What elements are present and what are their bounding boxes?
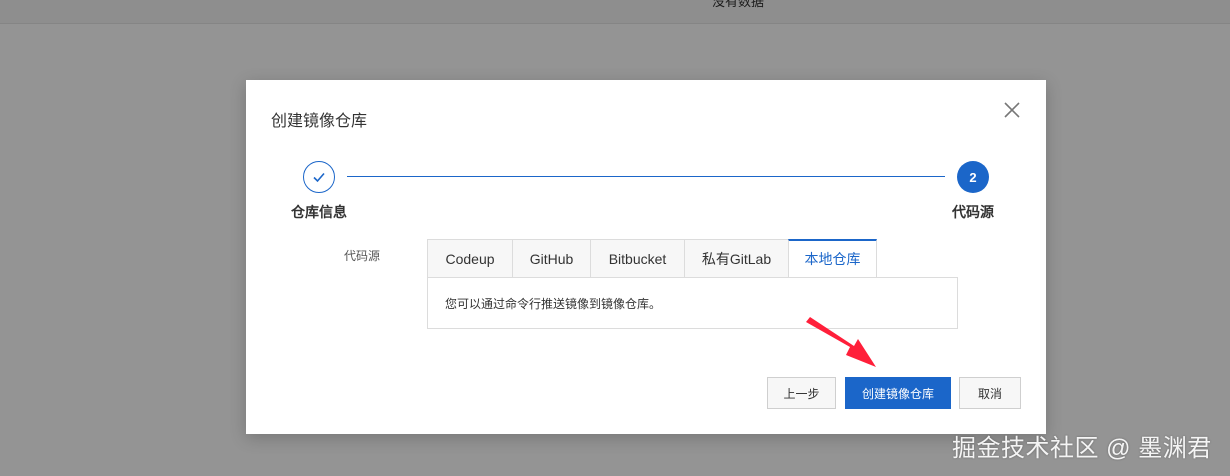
step-progress-line	[347, 176, 945, 177]
source-field-label: 代码源	[344, 249, 381, 263]
tab-local-repository[interactable]: 本地仓库	[788, 239, 877, 278]
annotation-arrow-icon	[806, 317, 876, 367]
source-tabs: Codeup GitHub Bitbucket 私有GitLab 本地仓库	[427, 239, 877, 278]
tab-github[interactable]: GitHub	[512, 239, 590, 278]
panel-description: 您可以通过命令行推送镜像到镜像仓库。	[445, 297, 662, 311]
check-icon	[313, 172, 325, 183]
step-2-circle: 2	[957, 161, 989, 193]
previous-step-button[interactable]: 上一步	[767, 377, 836, 409]
step-1-circle	[303, 161, 335, 193]
close-button[interactable]	[1002, 100, 1022, 120]
step-2-label: 代码源	[952, 204, 994, 220]
dialog-title: 创建镜像仓库	[271, 113, 368, 130]
close-icon	[1004, 102, 1020, 118]
cancel-button[interactable]: 取消	[959, 377, 1021, 409]
create-repository-dialog: 创建镜像仓库 2 仓库信息 代码源 代码源 Codeup GitHub Bitb…	[246, 80, 1046, 434]
create-repository-button[interactable]: 创建镜像仓库	[845, 377, 951, 409]
watermark: 掘金技术社区 @ 墨渊君	[952, 435, 1212, 462]
step-1-label: 仓库信息	[291, 204, 347, 220]
tab-private-gitlab[interactable]: 私有GitLab	[684, 239, 788, 278]
tab-codeup[interactable]: Codeup	[427, 239, 512, 278]
tab-bitbucket[interactable]: Bitbucket	[590, 239, 684, 278]
